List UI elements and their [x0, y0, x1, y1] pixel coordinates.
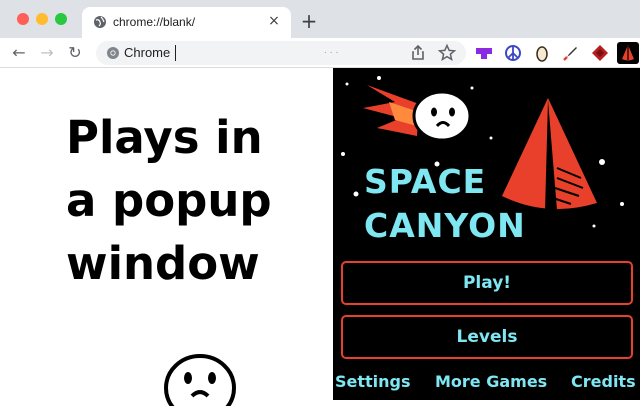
reload-button[interactable]: ↻ [65, 43, 85, 63]
game-title-line: SPACE [364, 162, 487, 201]
red-gem-icon[interactable] [589, 42, 611, 64]
levels-button[interactable]: Levels [341, 315, 633, 359]
back-button[interactable]: ← [9, 43, 29, 63]
egg-icon[interactable] [531, 42, 553, 64]
new-tab-button[interactable]: + [299, 11, 319, 31]
peace-sign-icon[interactable] [502, 42, 524, 64]
play-button[interactable]: Play! [341, 261, 633, 305]
browser-tab[interactable]: chrome://blank/ × [82, 7, 291, 38]
tab-title: chrome://blank/ [113, 15, 196, 29]
game-title-line: CANYON [364, 206, 526, 245]
share-icon[interactable] [408, 43, 428, 63]
game-title: SPACE CANYON [364, 160, 526, 248]
tab-close-icon[interactable]: × [266, 13, 282, 29]
headline-line: window [66, 237, 260, 290]
game-popup: SPACE CANYON Play! Levels Settings More … [333, 68, 640, 400]
canyon-cone-icon[interactable] [617, 42, 639, 64]
forward-button[interactable]: → [37, 43, 57, 63]
minimize-window-button[interactable] [36, 13, 48, 25]
mascot-ghost-icon [164, 354, 236, 406]
purple-puzzle-icon[interactable] [473, 42, 495, 64]
promo-panel: Plays in a popup window [0, 68, 333, 406]
text-caret [175, 45, 176, 61]
browser-toolbar: ← → ↻ Chrome . . . [0, 38, 640, 68]
chrome-icon [107, 47, 119, 59]
address-text: Chrome [124, 45, 171, 60]
more-games-link[interactable]: More Games [435, 372, 547, 391]
close-window-button[interactable] [17, 13, 29, 25]
settings-link[interactable]: Settings [335, 372, 411, 391]
rocket-icon[interactable] [560, 42, 582, 64]
ghost-mascot-icon [412, 90, 472, 142]
bookmark-star-icon[interactable] [437, 43, 457, 63]
credits-link[interactable]: Credits [571, 372, 636, 391]
promo-headline: Plays in a popup window [66, 106, 326, 295]
headline-line: Plays in [66, 111, 263, 164]
flame-trail-icon [363, 85, 419, 136]
address-hint: . . . [324, 46, 339, 56]
maximize-window-button[interactable] [55, 13, 67, 25]
globe-icon [94, 16, 106, 28]
headline-line: a popup [66, 174, 272, 227]
browser-titlebar: chrome://blank/ × + [0, 0, 640, 38]
